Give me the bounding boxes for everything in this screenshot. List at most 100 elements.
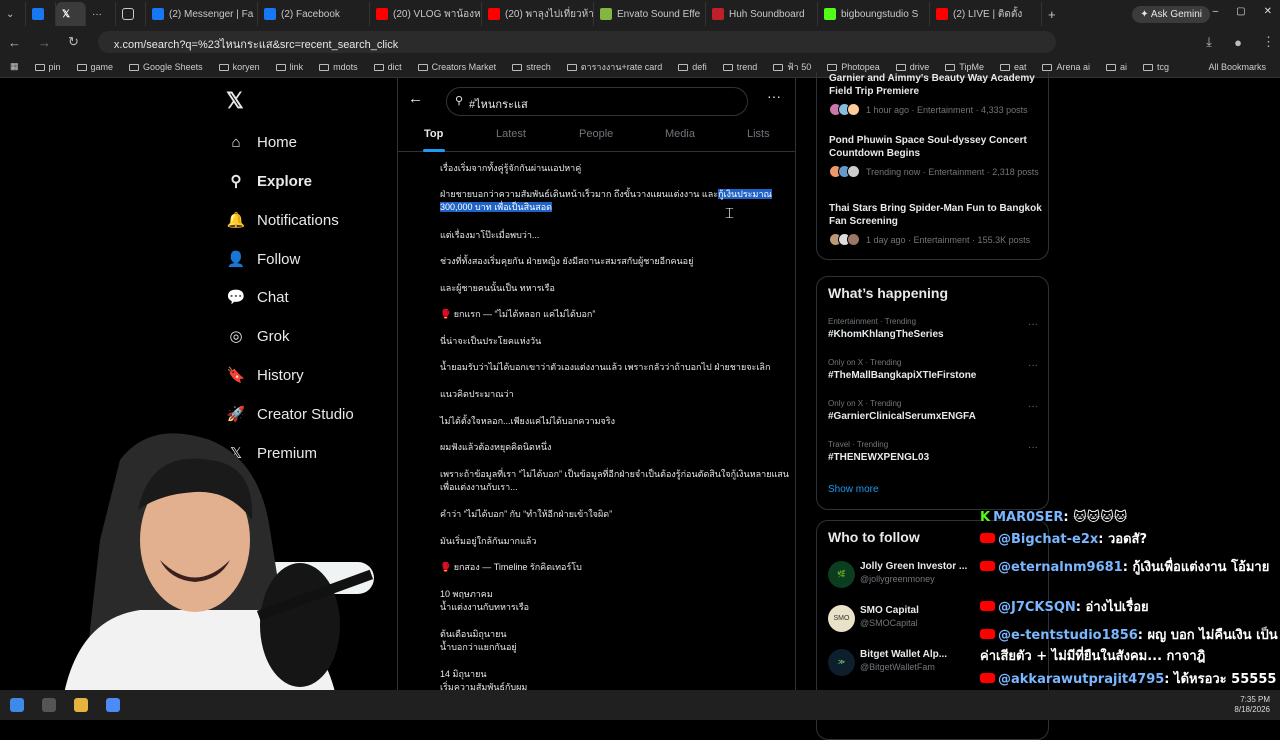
more-options-icon[interactable]: ···	[767, 88, 781, 104]
nav-item-home[interactable]: ⌂ Home	[226, 127, 297, 157]
search-taskbar-icon[interactable]	[42, 698, 56, 712]
pinned-tab-instagram[interactable]	[116, 2, 146, 26]
apps-icon[interactable]: ▦	[10, 61, 19, 72]
thread-text: 14 มิถุนายน เริ่มความสัมพันธ์กับผม	[440, 669, 528, 692]
browser-tab[interactable]: (2) LIVE | ติดตั้ง	[930, 2, 1042, 26]
browser-tab[interactable]: (20) พาลุงไปเที่ยวห้า	[482, 2, 594, 26]
close-icon[interactable]: ✕	[1264, 6, 1272, 17]
whats-happening-heading: What’s happening	[828, 285, 949, 301]
forward-icon[interactable]: →	[38, 35, 56, 50]
nav-item-history[interactable]: 🔖 History	[226, 360, 304, 390]
thread-line: ฝ่ายชายบอกว่าความสัมพันธ์เดินหน้าเร็วมาก…	[440, 188, 790, 214]
pinned-tab-x[interactable]: 𝕏	[56, 2, 86, 26]
pinned-tab-facebook[interactable]	[26, 2, 56, 26]
browser-tab[interactable]: (2) Messenger | Fa	[146, 2, 258, 26]
clock-date: 8/18/2026	[1234, 705, 1270, 714]
show-more-link[interactable]: Show more	[828, 484, 879, 495]
ask-gemini-button[interactable]: ✦ Ask Gemini	[1132, 5, 1210, 23]
news-avatars	[829, 103, 860, 116]
search-input[interactable]: ⚲ #ไหนกระแส	[446, 87, 748, 116]
bookmark-item[interactable]: game	[76, 62, 113, 72]
bookmark-item[interactable]: ฟ้า 50	[773, 60, 811, 74]
youtube-icon	[980, 601, 995, 611]
bookmark-item[interactable]: ai	[1106, 62, 1127, 72]
nav-item-grok[interactable]: ◎ Grok	[226, 321, 289, 351]
folder-icon	[417, 63, 428, 71]
new-tab-button[interactable]: +	[1042, 2, 1062, 26]
bookmark-item[interactable]: defi	[678, 62, 707, 72]
news-meta-text: 1 day ago · Entertainment · 155.3K posts	[866, 234, 1031, 245]
tab-lists[interactable]: Lists	[747, 128, 770, 140]
tab-top[interactable]: Top	[424, 128, 443, 140]
more-options-icon[interactable]: ···	[1028, 442, 1038, 453]
more-options-icon[interactable]: ···	[1028, 401, 1038, 412]
bookmark-item[interactable]: mdots	[319, 62, 358, 72]
tab-title: (2) Messenger | Fa	[169, 8, 254, 20]
maximize-icon[interactable]: ▢	[1236, 6, 1245, 17]
x-logo[interactable]: 𝕏	[226, 88, 244, 114]
folder-icon	[1106, 63, 1117, 71]
bookmark-item[interactable]: TipMe	[945, 62, 984, 72]
reload-icon[interactable]: ↻	[68, 34, 86, 50]
nav-item-explore[interactable]: ⚲ Explore	[226, 166, 313, 196]
thread-line: ผมฟังแล้วต้องหยุดคิดนิดหนึ่ง	[440, 441, 790, 454]
news-title[interactable]: Pond Phuwin Space Soul-dyssey Concert Co…	[829, 134, 1044, 160]
trend-hashtag[interactable]: #TheMallBangkapiXTIeFirstone	[828, 370, 976, 381]
bookmark-item[interactable]: drive	[895, 62, 929, 72]
more-options-icon[interactable]: ···	[1028, 360, 1038, 371]
bookmark-item[interactable]: link	[275, 62, 303, 72]
tab-menu[interactable]: ⌄	[0, 2, 26, 26]
chat-separator: :	[1164, 672, 1175, 687]
more-options-icon[interactable]: ···	[1028, 319, 1038, 330]
browser-tab[interactable]: Huh Soundboard	[706, 2, 818, 26]
news-meta-text: 1 hour ago · Entertainment · 4,333 posts	[866, 104, 1028, 115]
bookmark-item[interactable]: tcg	[1143, 62, 1169, 72]
minimize-icon[interactable]: –	[1213, 6, 1219, 17]
news-title[interactable]: Thai Stars Bring Spider-Man Fun to Bangk…	[829, 202, 1044, 228]
nav-item-chat[interactable]: 💬 Chat	[226, 282, 289, 312]
browser-tab[interactable]: (20) VLOG พาน้องหมี	[370, 2, 482, 26]
tab-people[interactable]: People	[579, 128, 613, 140]
back-arrow-icon[interactable]: ←	[408, 90, 423, 107]
start-icon[interactable]	[10, 698, 24, 712]
tab-media[interactable]: Media	[665, 128, 695, 140]
chat-username: @akkarawutprajit4795	[998, 672, 1165, 687]
bookmark-item[interactable]: pin	[34, 62, 61, 72]
dots-icon: ···	[92, 8, 102, 20]
tab-title: bigboungstudio S	[841, 8, 919, 20]
tab-latest[interactable]: Latest	[496, 128, 526, 140]
news-title[interactable]: Garnier and Aimmy's Beauty Way Academy F…	[829, 72, 1044, 98]
thread-line: นี่น่าจะเป็นประโยคแห่งวัน	[440, 335, 790, 348]
bookmark-item[interactable]: ตารางงาน+rate card	[566, 60, 662, 74]
browser-tab[interactable]: (2) Facebook	[258, 2, 370, 26]
bookmark-item[interactable]: trend	[722, 62, 757, 72]
bookmark-item[interactable]: Google Sheets	[129, 62, 203, 72]
nav-item-notifications[interactable]: 🔔 Notifications	[226, 205, 339, 235]
back-icon[interactable]: ←	[8, 35, 26, 50]
thread-line: 🥊 ยกสอง — Timeline รักคิดเทอร์โบ	[440, 561, 790, 574]
all-bookmarks-button[interactable]: All Bookmarks	[1208, 62, 1266, 72]
bookmark-item[interactable]: Creators Market	[417, 62, 496, 72]
profile-avatar[interactable]: ●	[1234, 35, 1252, 50]
trend-hashtag[interactable]: #THENEWXPENGL03	[828, 452, 929, 463]
bookmark-item[interactable]: dict	[373, 62, 402, 72]
download-icon[interactable]: ⤓	[1206, 34, 1224, 50]
address-bar[interactable]: x.com/search?q=%23ไหนกระแส&src=recent_se…	[97, 31, 1057, 53]
browser-tab[interactable]: Envato Sound Effe	[594, 2, 706, 26]
bookmark-item[interactable]: strech	[512, 62, 551, 72]
gemini-icon: ✦	[1140, 8, 1151, 20]
bookmark-item[interactable]: eat	[999, 62, 1026, 72]
bookmark-item[interactable]: Arena ai	[1042, 62, 1090, 72]
chrome-taskbar-icon[interactable]	[106, 698, 120, 712]
thread-text: 🥊 ยกสอง — Timeline รักคิดเทอร์โบ	[440, 562, 582, 572]
bookmark-item[interactable]: koryen	[218, 62, 260, 72]
pinned-tab-extra[interactable]: ···	[86, 2, 116, 26]
nav-item-follow[interactable]: 👤 Follow	[226, 244, 301, 274]
trend-hashtag[interactable]: #GarnierClinicalSerumxENGFA	[828, 411, 976, 422]
browser-tab[interactable]: bigboungstudio S	[818, 2, 930, 26]
active-tab-indicator	[423, 149, 445, 152]
bookmark-item[interactable]: Photopea	[827, 62, 880, 72]
trend-hashtag[interactable]: #KhomKhlangTheSeries	[828, 329, 944, 340]
file-explorer-icon[interactable]	[74, 698, 88, 712]
menu-icon[interactable]: ⋮	[1262, 34, 1280, 50]
